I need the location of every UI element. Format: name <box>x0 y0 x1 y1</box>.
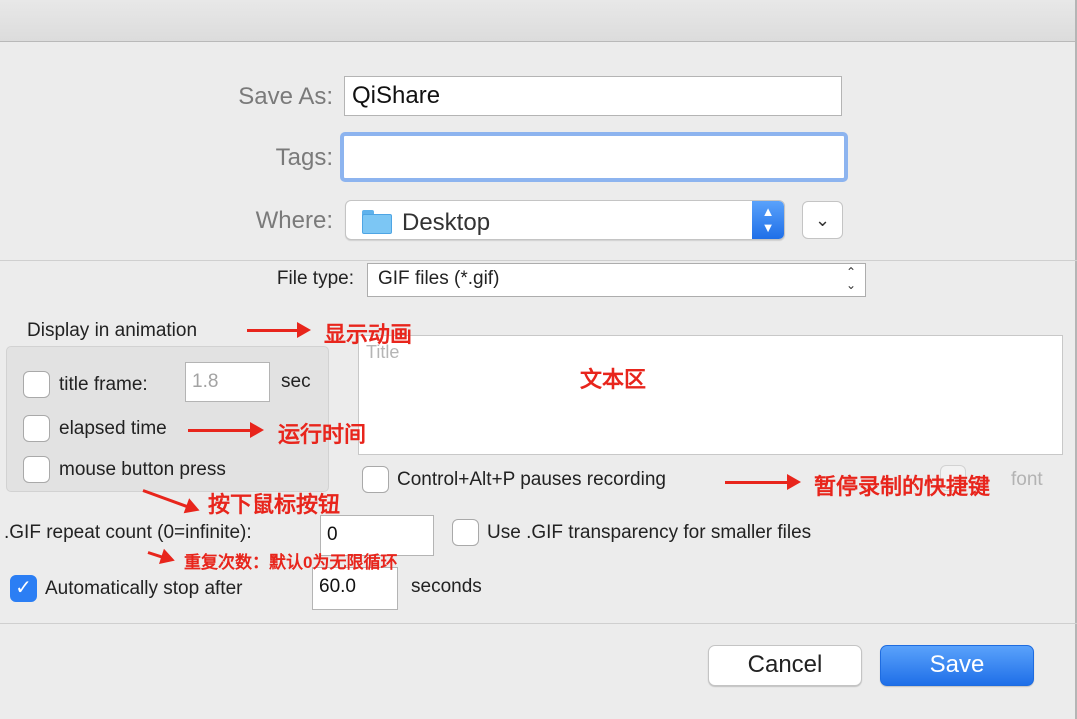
annotation-mouse: 按下鼠标按钮 <box>208 492 341 517</box>
auto-stop-seconds-input[interactable]: 60.0 <box>312 567 398 610</box>
auto-stop-unit: seconds <box>411 576 482 597</box>
mouse-button-press-label: mouse button press <box>59 459 226 480</box>
auto-stop-checkbox[interactable]: ✓ <box>10 575 37 602</box>
repeat-count-label: .GIF repeat count (0=infinite): <box>4 522 252 543</box>
title-frame-checkbox[interactable] <box>23 371 50 398</box>
display-in-animation-heading: Display in animation <box>27 320 198 341</box>
elapsed-time-checkbox[interactable] <box>23 415 50 442</box>
checkmark-icon: ✓ <box>15 577 32 599</box>
save-as-label: Save As: <box>238 83 333 110</box>
save-button[interactable]: Save <box>880 645 1034 686</box>
folder-icon <box>362 210 392 234</box>
title-textarea[interactable]: Title <box>358 335 1063 455</box>
title-frame-label: title frame: <box>59 374 148 395</box>
annotation-arrow-display <box>247 322 311 338</box>
where-label: Where: <box>255 207 333 234</box>
annotation-display: 显示动画 <box>324 322 413 347</box>
file-type-label: File type: <box>276 268 354 289</box>
pause-hotkey-label: Control+Alt+P pauses recording <box>397 469 666 490</box>
expand-chevron-button[interactable]: ⌄ <box>802 201 843 239</box>
font-label: font <box>1011 469 1043 490</box>
annotation-text-area: 文本区 <box>580 367 647 392</box>
annotation-repeat: 重复次数：默认0为无限循环 <box>184 553 398 572</box>
cancel-button[interactable]: Cancel <box>708 645 862 686</box>
title-frame-seconds-input[interactable]: 1.8 <box>185 362 270 402</box>
where-value: Desktop <box>402 209 491 236</box>
updown-icon: ⌃ ⌄ <box>845 265 856 292</box>
file-type-select[interactable]: GIF files (*.gif) ⌃ ⌄ <box>367 263 866 297</box>
separator-bottom <box>0 623 1077 624</box>
save-as-input[interactable]: QiShare <box>344 76 842 116</box>
window-titlebar <box>0 0 1077 42</box>
tags-input[interactable] <box>340 132 848 182</box>
where-popup[interactable]: Desktop ▲ ▼ <box>345 200 785 240</box>
annotation-arrow-pause <box>725 474 801 490</box>
annotation-elapsed: 运行时间 <box>278 422 367 447</box>
elapsed-time-label: elapsed time <box>59 418 167 439</box>
annotation-pause: 暂停录制的快捷键 <box>814 474 991 499</box>
transparency-label: Use .GIF transparency for smaller files <box>487 522 812 543</box>
transparency-checkbox[interactable] <box>452 519 479 546</box>
tags-label: Tags: <box>275 144 333 171</box>
mouse-button-press-checkbox[interactable] <box>23 456 50 483</box>
file-type-value: GIF files (*.gif) <box>378 268 500 289</box>
pause-hotkey-checkbox[interactable] <box>362 466 389 493</box>
title-frame-unit: sec <box>281 371 311 392</box>
separator-top <box>0 260 1077 261</box>
auto-stop-label: Automatically stop after <box>45 578 243 599</box>
annotation-arrow-repeat <box>147 551 164 559</box>
chevron-down-icon: ⌄ <box>814 210 831 230</box>
where-stepper-icon: ▲ ▼ <box>752 201 784 239</box>
annotation-arrow-elapsed <box>188 422 264 438</box>
